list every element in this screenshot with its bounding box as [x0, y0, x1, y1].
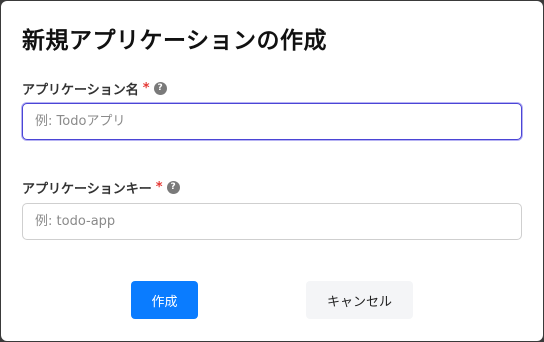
app-key-label: アプリケーションキー: [22, 181, 152, 197]
required-mark: *: [155, 179, 163, 195]
cancel-button[interactable]: キャンセル: [306, 281, 413, 319]
help-icon[interactable]: ?: [153, 81, 167, 95]
app-key-label-row: アプリケーションキー * ?: [22, 178, 180, 197]
app-name-label: アプリケーション名: [22, 82, 139, 98]
create-button[interactable]: 作成: [131, 281, 198, 319]
dialog-title: 新規アプリケーションの作成: [22, 28, 328, 54]
create-app-dialog: 新規アプリケーションの作成 アプリケーション名 * ? アプリケーションキー *…: [1, 1, 543, 341]
app-name-label-row: アプリケーション名 * ?: [22, 79, 167, 98]
required-mark: *: [142, 80, 150, 96]
app-name-input[interactable]: [22, 103, 522, 140]
help-icon[interactable]: ?: [166, 180, 180, 194]
app-key-input[interactable]: [22, 203, 522, 240]
